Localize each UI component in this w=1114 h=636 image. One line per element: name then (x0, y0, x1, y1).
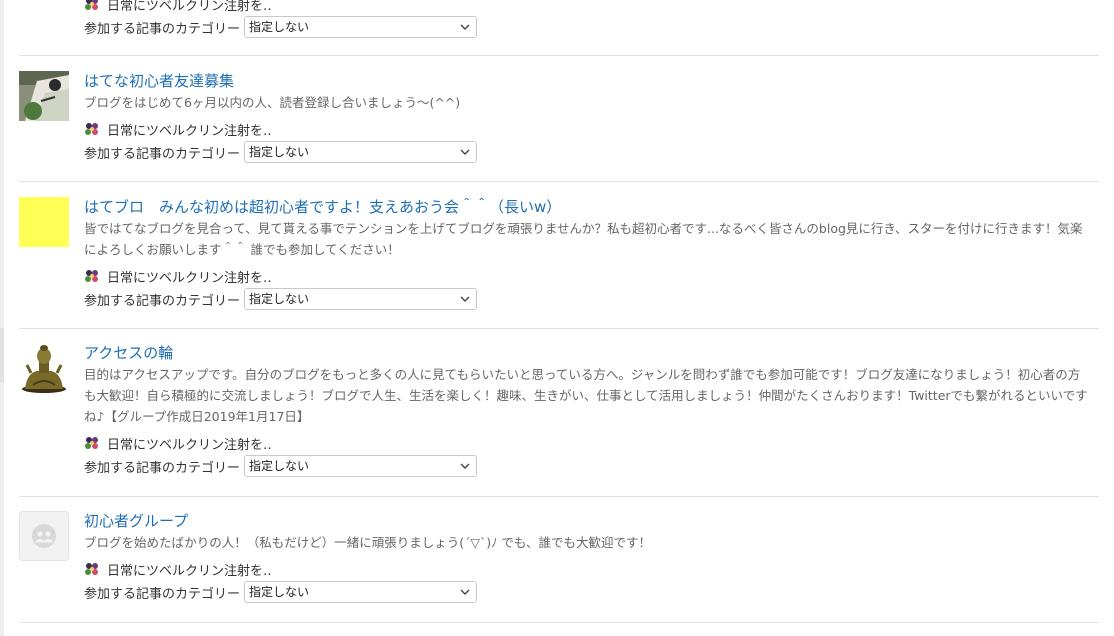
group-title-link[interactable]: はてブロ みんな初めは超初心者ですよ！支えあおう会＾＾（長いw） (84, 197, 1089, 217)
group-title-link[interactable]: アクセスの輪 (84, 343, 1089, 363)
chevron-down-icon (460, 589, 470, 595)
category-select-value: 指定しない (249, 292, 310, 306)
photo-card-image (19, 71, 69, 121)
item-divider (19, 181, 1099, 182)
group-item: 初心者グループ ブログを始めたばかりの人！（私もだけど）一緒に頑張りましょう(´… (19, 511, 1099, 611)
blog-avatar-icon (84, 0, 100, 12)
blog-name: 日常にツベルクリン注射を‥ (107, 563, 272, 579)
category-select-value: 指定しない (249, 585, 310, 599)
blog-avatar-icon (84, 268, 100, 284)
category-row: 参加する記事のカテゴリー 指定しない (84, 454, 1089, 478)
category-select[interactable]: 指定しない (244, 16, 478, 38)
blog-name: 日常にツベルクリン注射を‥ (107, 270, 272, 286)
chevron-down-icon (460, 463, 470, 469)
group-item: はてブロ みんな初めは超初心者ですよ！支えあおう会＾＾（長いw） 皆ではてなブロ… (19, 197, 1099, 317)
group-title-link[interactable]: 初心者グループ (84, 511, 1089, 531)
category-select-value: 指定しない (249, 20, 310, 34)
item-divider (19, 328, 1099, 329)
group-description: ブログを始めたばかりの人！（私もだけど）一緒に頑張りましょう(´▽`)ﾉ でも、… (84, 535, 651, 550)
item-divider (19, 496, 1099, 497)
category-select[interactable]: 指定しない (244, 455, 478, 477)
blog-avatar-icon (84, 121, 100, 137)
blog-row: 日常にツベルクリン注射を‥ (84, 266, 1089, 286)
category-row: 参加する記事のカテゴリー 指定しない (84, 140, 1089, 164)
group-thumbnail[interactable] (19, 511, 69, 561)
category-select[interactable]: 指定しない (244, 581, 478, 603)
blog-row: 日常にツベルクリン注射を‥ (84, 559, 1089, 579)
blog-avatar-icon (84, 435, 100, 451)
chevron-down-icon (460, 149, 470, 155)
category-label: 参加する記事のカテゴリー (84, 21, 241, 37)
blog-avatar-icon (84, 561, 100, 577)
blog-row: 日常にツベルクリン注射を‥ (84, 119, 1089, 139)
category-select[interactable]: 指定しない (244, 141, 478, 163)
category-row: 参加する記事のカテゴリー 指定しない (84, 15, 1089, 39)
group-thumbnail[interactable] (19, 343, 69, 393)
item-divider (19, 55, 1099, 56)
category-label: 参加する記事のカテゴリー (84, 146, 241, 162)
default-group-avatar-icon (19, 511, 69, 561)
category-label: 参加する記事のカテゴリー (84, 586, 241, 602)
group-list: 日常にツベルクリン注射を‥ 参加する記事のカテゴリー 指定しない はてな初心者友… (0, 0, 1114, 636)
group-item: 日常にツベルクリン注射を‥ 参加する記事のカテゴリー 指定しない (19, 0, 1099, 44)
blog-name: 日常にツベルクリン注射を‥ (107, 0, 272, 14)
blog-name: 日常にツベルクリン注射を‥ (107, 123, 272, 139)
item-divider (19, 622, 1099, 623)
category-select-value: 指定しない (249, 459, 310, 473)
buddha-statue-image (19, 343, 69, 393)
category-select[interactable]: 指定しない (244, 288, 478, 310)
blog-row: 日常にツベルクリン注射を‥ (84, 433, 1089, 453)
group-thumbnail[interactable] (19, 197, 69, 247)
group-thumbnail[interactable] (19, 71, 69, 121)
chevron-down-icon (460, 296, 470, 302)
chevron-down-icon (460, 24, 470, 30)
category-label: 参加する記事のカテゴリー (84, 293, 241, 309)
blog-name: 日常にツベルクリン注射を‥ (107, 437, 272, 453)
category-select-value: 指定しない (249, 145, 310, 159)
group-title-link[interactable]: はてな初心者友達募集 (84, 71, 1089, 91)
category-row: 参加する記事のカテゴリー 指定しない (84, 580, 1089, 604)
group-item: アクセスの輪 目的はアクセスアップです。自分のブログをもっと多くの人に見てもらい… (19, 343, 1099, 483)
blog-row: 日常にツベルクリン注射を‥ (84, 0, 1089, 14)
group-description: 目的はアクセスアップです。自分のブログをもっと多くの人に見てもらいたいと思ってい… (84, 367, 1088, 424)
category-label: 参加する記事のカテゴリー (84, 460, 241, 476)
group-description: 皆ではてなブログを見合って、見て貰える事でテンションを上げてブログを頑張りません… (84, 221, 1083, 257)
group-description: ブログをはじめて6ヶ月以内の人、読者登録し合いましょう〜(^^) (84, 95, 461, 110)
group-item: はてな初心者友達募集 ブログをはじめて6ヶ月以内の人、読者登録し合いましょう〜(… (19, 71, 1099, 171)
category-row: 参加する記事のカテゴリー 指定しない (84, 287, 1089, 311)
